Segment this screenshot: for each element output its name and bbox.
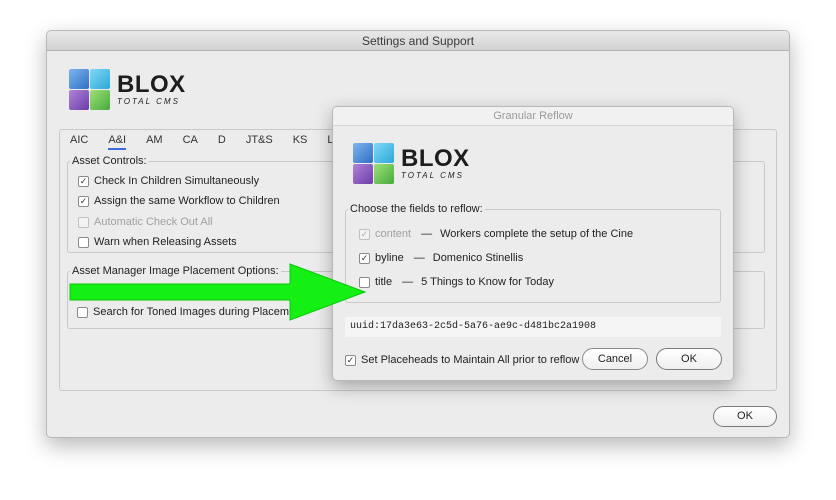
logo-sub: TOTAL CMS	[401, 171, 464, 180]
tab-am[interactable]: AM	[146, 134, 163, 150]
settings-window-title: Settings and Support	[47, 31, 789, 51]
field-separator: —	[421, 228, 433, 240]
checkbox-icon[interactable]	[78, 236, 89, 248]
field-title-row[interactable]: title — 5 Things to Know for Today	[359, 276, 554, 288]
placeheads-checkbox[interactable]: Set Placeheads to Maintain All prior to …	[345, 354, 579, 366]
tab-ks[interactable]: KS	[293, 134, 308, 150]
automatic-checkout-checkbox: Automatic Check Out All	[78, 216, 213, 228]
warn-releasing-checkbox[interactable]: Warn when Releasing Assets	[78, 236, 237, 248]
field-separator: —	[413, 252, 425, 264]
uuid-field: uuid:17da3e63-2c5d-5a76-ae9c-d481bc2a190…	[345, 317, 721, 337]
tab-aic[interactable]: AIC	[70, 134, 88, 150]
settings-ok-button[interactable]: OK	[713, 406, 777, 427]
field-value: Workers complete the setup of the Cine	[440, 228, 634, 240]
checkbox-icon[interactable]	[78, 175, 89, 187]
cancel-button[interactable]: Cancel	[582, 348, 648, 370]
checkbox-icon[interactable]	[77, 286, 88, 298]
field-value: Domenico Stinellis	[432, 252, 524, 264]
image-placement-legend: Asset Manager Image Placement Options:	[72, 265, 279, 277]
assign-workflow-checkbox[interactable]: Assign the same Workflow to Children	[78, 195, 280, 207]
field-name: content	[375, 228, 412, 240]
granular-reflow-dialog: Granular Reflow BLOX TOTAL CMS Choose th…	[332, 106, 734, 381]
fields-legend: Choose the fields to reflow:	[350, 203, 483, 215]
blox-cube-icon	[353, 143, 395, 185]
logo-sub: TOTAL CMS	[117, 97, 180, 106]
checkbox-icon[interactable]	[359, 276, 370, 288]
tab-jts[interactable]: JT&S	[246, 134, 273, 150]
tab-d[interactable]: D	[218, 134, 226, 150]
checkbox-icon	[359, 228, 370, 240]
logo-brand: BLOX	[117, 71, 186, 98]
checkbox-icon[interactable]	[77, 306, 88, 318]
no-standalone-heads-checkbox[interactable]: No Standalone Heads	[77, 286, 201, 298]
checkbox-icon[interactable]	[78, 195, 89, 207]
reflow-ok-button[interactable]: OK	[656, 348, 722, 370]
asset-controls-legend: Asset Controls:	[72, 155, 147, 167]
checkbox-icon	[78, 216, 89, 228]
field-content-row: content — Workers complete the setup of …	[359, 228, 633, 240]
field-separator: —	[402, 276, 414, 288]
checkbox-icon[interactable]	[359, 252, 370, 264]
field-byline-row[interactable]: byline — Domenico Stinellis	[359, 252, 523, 264]
field-value: 5 Things to Know for Today	[421, 276, 555, 288]
blox-logo: BLOX TOTAL CMS	[353, 143, 470, 185]
field-name: title	[375, 276, 393, 288]
search-toned-images-checkbox[interactable]: Search for Toned Images during Placement	[77, 306, 304, 318]
tab-a-and-i[interactable]: A&I	[108, 134, 127, 150]
reflow-dialog-title: Granular Reflow	[333, 107, 733, 126]
blox-logo: BLOX TOTAL CMS	[69, 69, 186, 111]
blox-cube-icon	[69, 69, 111, 111]
logo-brand: BLOX	[401, 145, 470, 172]
field-name: byline	[375, 252, 404, 264]
tab-ca[interactable]: CA	[183, 134, 198, 150]
tab-bar: AIC A&I AM CA D JT&S KS L	[70, 134, 354, 150]
checkbox-icon[interactable]	[345, 354, 356, 366]
check-in-children-checkbox[interactable]: Check In Children Simultaneously	[78, 175, 259, 187]
